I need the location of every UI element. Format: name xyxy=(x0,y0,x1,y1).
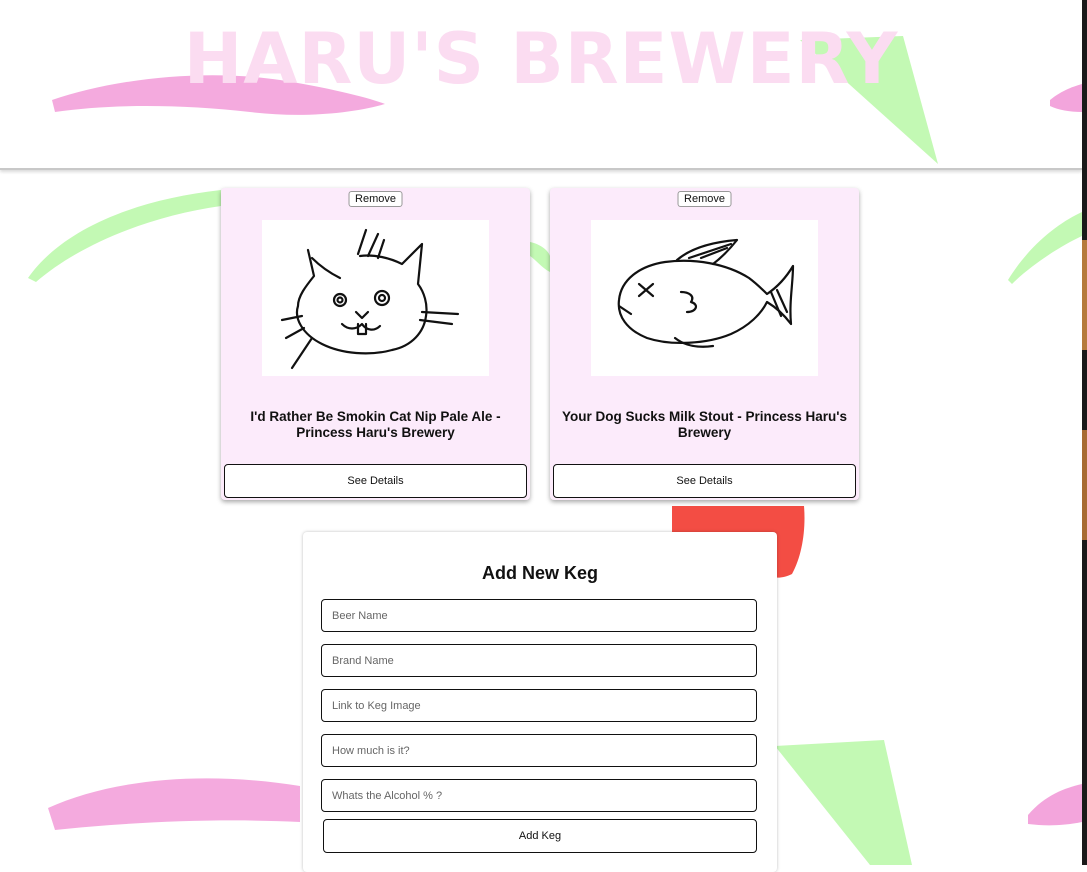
cat-doodle-icon xyxy=(280,228,460,370)
fish-doodle-icon xyxy=(617,238,795,348)
green-brush-stroke xyxy=(28,190,221,282)
add-keg-button[interactable]: Add Keg xyxy=(323,819,757,853)
keg-image-link-input[interactable] xyxy=(321,689,757,722)
edge-color-blob xyxy=(1082,240,1087,350)
keg-card: Remove I'd Rather Be Smokin Cat Nip Pale… xyxy=(221,188,530,500)
pink-brush-stroke xyxy=(48,778,300,830)
alcohol-percent-input[interactable] xyxy=(321,779,757,812)
keg-card: Remove Your Dog Sucks Milk Stout - Princ… xyxy=(550,188,859,500)
remove-button[interactable]: Remove xyxy=(677,191,732,207)
green-brush-stroke xyxy=(530,242,550,272)
edge-color-blob xyxy=(1082,430,1087,540)
keg-title: I'd Rather Be Smokin Cat Nip Pale Ale - … xyxy=(250,409,501,440)
green-triangle-shape xyxy=(775,740,912,865)
see-details-button[interactable]: See Details xyxy=(224,464,527,498)
brewery-title: HARU'S BREWERY xyxy=(183,18,899,100)
page-header: HARU'S BREWERY xyxy=(0,0,1082,170)
price-input[interactable] xyxy=(321,734,757,767)
brand-name-input[interactable] xyxy=(321,644,757,677)
keg-image xyxy=(591,220,818,376)
keg-image xyxy=(262,220,489,376)
beer-name-input[interactable] xyxy=(321,599,757,632)
form-title: Add New Keg xyxy=(481,563,598,583)
keg-title: Your Dog Sucks Milk Stout - Princess Har… xyxy=(561,409,848,440)
see-details-button[interactable]: See Details xyxy=(553,464,856,498)
add-keg-form: Add New Keg Add Keg xyxy=(303,532,777,872)
pink-brush-stroke xyxy=(1028,784,1082,826)
green-brush-stroke xyxy=(1008,212,1082,284)
browser-edge-strip xyxy=(1082,0,1087,865)
remove-button[interactable]: Remove xyxy=(348,191,403,207)
